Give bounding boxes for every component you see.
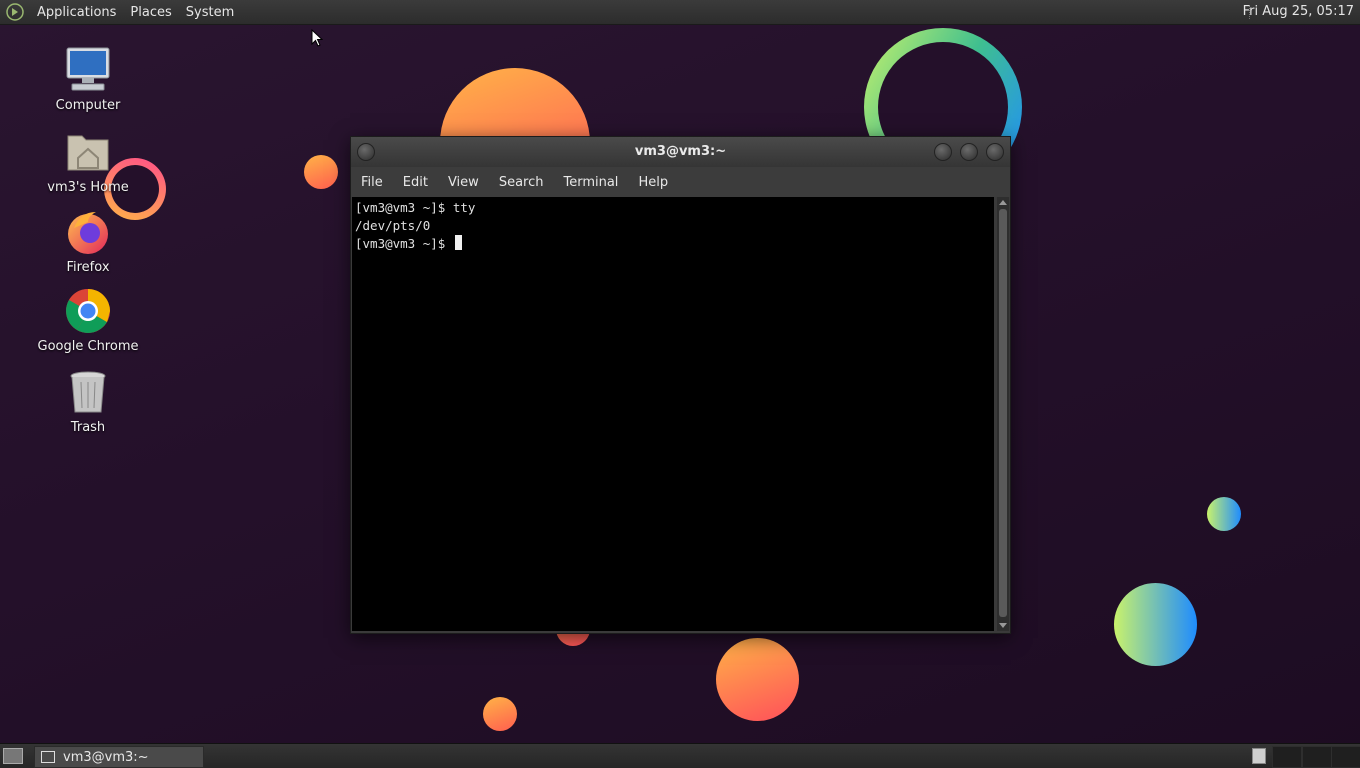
computer-icon	[64, 46, 112, 94]
menu-help[interactable]: Help	[628, 175, 678, 190]
scroll-up-icon[interactable]	[999, 200, 1007, 205]
workspace-3[interactable]	[1302, 746, 1332, 768]
desktop-icon-label: Computer	[55, 98, 121, 113]
menu-search[interactable]: Search	[489, 175, 554, 190]
terminal-prompt: [vm3@vm3 ~]$	[355, 236, 453, 251]
window-titlebar[interactable]: vm3@vm3:~	[351, 137, 1010, 167]
bottom-panel: vm3@vm3:~	[0, 743, 1360, 768]
menu-view[interactable]: View	[438, 175, 489, 190]
minimize-button[interactable]	[934, 143, 952, 161]
desktop-icon-label: Trash	[70, 420, 106, 435]
scrollbar-thumb[interactable]	[999, 209, 1007, 617]
workspace-4[interactable]	[1331, 746, 1360, 768]
menu-edit[interactable]: Edit	[393, 175, 438, 190]
wallpaper-orb	[716, 638, 799, 721]
system-menu[interactable]: System	[179, 5, 241, 20]
places-menu[interactable]: Places	[123, 5, 178, 20]
terminal-prompt-row: [vm3@vm3 ~]$	[355, 235, 991, 253]
taskbar-button-terminal[interactable]: vm3@vm3:~	[34, 746, 204, 768]
terminal-window[interactable]: vm3@vm3:~ File Edit View Search Terminal…	[350, 136, 1011, 634]
maximize-button[interactable]	[960, 143, 978, 161]
show-desktop-icon[interactable]	[3, 748, 23, 764]
text-cursor	[454, 235, 462, 250]
mouse-pointer-icon	[311, 29, 323, 47]
desktop-icon-label: Google Chrome	[37, 339, 139, 354]
terminal-line: [vm3@vm3 ~]$ tty	[355, 200, 476, 215]
desktop-icon-computer[interactable]: Computer	[28, 46, 148, 113]
close-button[interactable]	[986, 143, 1004, 161]
wallpaper-orb	[304, 155, 338, 189]
wallpaper-orb	[1114, 583, 1197, 666]
desktop-icon-label: vm3's Home	[47, 180, 129, 195]
menu-file[interactable]: File	[351, 175, 393, 190]
terminal-scrollbar[interactable]	[997, 197, 1009, 631]
trash-icon	[64, 368, 112, 416]
desktop-icon-trash[interactable]: Trash	[28, 368, 148, 435]
desktop-icon-label: Firefox	[66, 260, 110, 275]
terminal-menubar: File Edit View Search Terminal Help	[351, 167, 1010, 197]
desktop-icon-chrome[interactable]: Google Chrome	[28, 287, 148, 354]
home-folder-icon	[64, 128, 112, 176]
window-title: vm3@vm3:~	[634, 144, 727, 159]
scroll-down-icon[interactable]	[999, 623, 1007, 628]
terminal-icon	[41, 751, 55, 763]
clock[interactable]: Fri Aug 25, 05:17	[1243, 4, 1354, 19]
wallpaper-orb	[1207, 497, 1241, 531]
workspace-2[interactable]	[1272, 746, 1302, 768]
workspace-1[interactable]	[1252, 748, 1266, 764]
wallpaper-orb	[483, 697, 517, 731]
top-panel: Applications Places System Fri Aug 25, 0…	[0, 0, 1360, 25]
chrome-icon	[64, 287, 112, 335]
firefox-icon	[64, 208, 112, 256]
applications-menu[interactable]: Applications	[30, 5, 123, 20]
taskbar-button-label: vm3@vm3:~	[63, 749, 149, 765]
menu-terminal[interactable]: Terminal	[553, 175, 628, 190]
distro-logo-icon[interactable]	[6, 3, 24, 21]
terminal-output[interactable]: [vm3@vm3 ~]$ tty /dev/pts/0 [vm3@vm3 ~]$	[352, 197, 994, 631]
desktop-icon-firefox[interactable]: Firefox	[28, 208, 148, 275]
terminal-line: /dev/pts/0	[355, 218, 431, 233]
window-menu-button[interactable]	[357, 143, 375, 161]
desktop-icon-home[interactable]: vm3's Home	[28, 128, 148, 195]
